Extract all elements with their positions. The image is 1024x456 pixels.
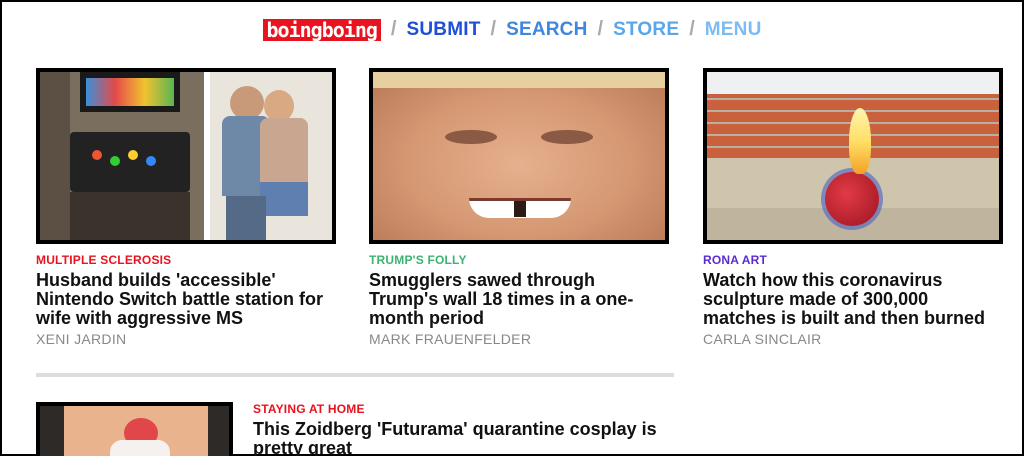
post-thumbnail[interactable] bbox=[369, 68, 669, 244]
post-category[interactable]: STAYING AT HOME bbox=[253, 402, 676, 416]
post-card[interactable]: MULTIPLE SCLEROSIS Husband builds 'acces… bbox=[36, 68, 336, 347]
nav-separator: / bbox=[490, 18, 497, 40]
gaming-station-photo bbox=[40, 72, 204, 240]
section-divider bbox=[36, 373, 674, 377]
post-thumbnail[interactable] bbox=[36, 402, 233, 456]
post-card[interactable]: TRUMP'S FOLLY Smugglers sawed through Tr… bbox=[369, 68, 669, 347]
nav-separator: / bbox=[597, 18, 604, 40]
post-author[interactable]: XENI JARDIN bbox=[36, 331, 336, 347]
nav-submit-link[interactable]: SUBMIT bbox=[406, 19, 480, 41]
page: { "header": { "logo": "boingboing", "nav… bbox=[0, 0, 1024, 456]
nav-store-link[interactable]: STORE bbox=[613, 19, 679, 41]
zoidberg-cosplay-photo bbox=[40, 406, 229, 456]
post-title[interactable]: This Zoidberg 'Futurama' quarantine cosp… bbox=[253, 420, 676, 456]
post-title[interactable]: Husband builds 'accessible' Nintendo Swi… bbox=[36, 271, 336, 328]
post-thumbnail[interactable] bbox=[703, 68, 1003, 244]
post-author[interactable]: CARLA SINCLAIR bbox=[703, 331, 1003, 347]
post-title[interactable]: Smugglers sawed through Trump's wall 18 … bbox=[369, 271, 669, 328]
post-author[interactable]: MARK FRAUENFELDER bbox=[369, 331, 669, 347]
nav-separator: / bbox=[390, 18, 397, 40]
post-category[interactable]: MULTIPLE SCLEROSIS bbox=[36, 253, 336, 267]
post-category[interactable]: TRUMP'S FOLLY bbox=[369, 253, 669, 267]
post-thumbnail[interactable] bbox=[36, 68, 336, 244]
couple-photo bbox=[210, 72, 332, 240]
nav-search-link[interactable]: SEARCH bbox=[506, 19, 587, 41]
face-photo bbox=[373, 72, 665, 240]
post-category[interactable]: RONA ART bbox=[703, 253, 1003, 267]
nav-separator: / bbox=[689, 18, 695, 40]
post-card[interactable]: RONA ART Watch how this coronavirus scul… bbox=[703, 68, 1003, 347]
site-logo[interactable]: boingboing bbox=[262, 18, 381, 41]
nav-menu-link[interactable]: MENU bbox=[705, 19, 762, 41]
coronavirus-sculpture-photo bbox=[707, 72, 999, 240]
post-title[interactable]: Watch how this coronavirus sculpture mad… bbox=[703, 271, 1003, 328]
site-header: boingboing / SUBMIT / SEARCH / STORE / M… bbox=[2, 18, 1022, 41]
